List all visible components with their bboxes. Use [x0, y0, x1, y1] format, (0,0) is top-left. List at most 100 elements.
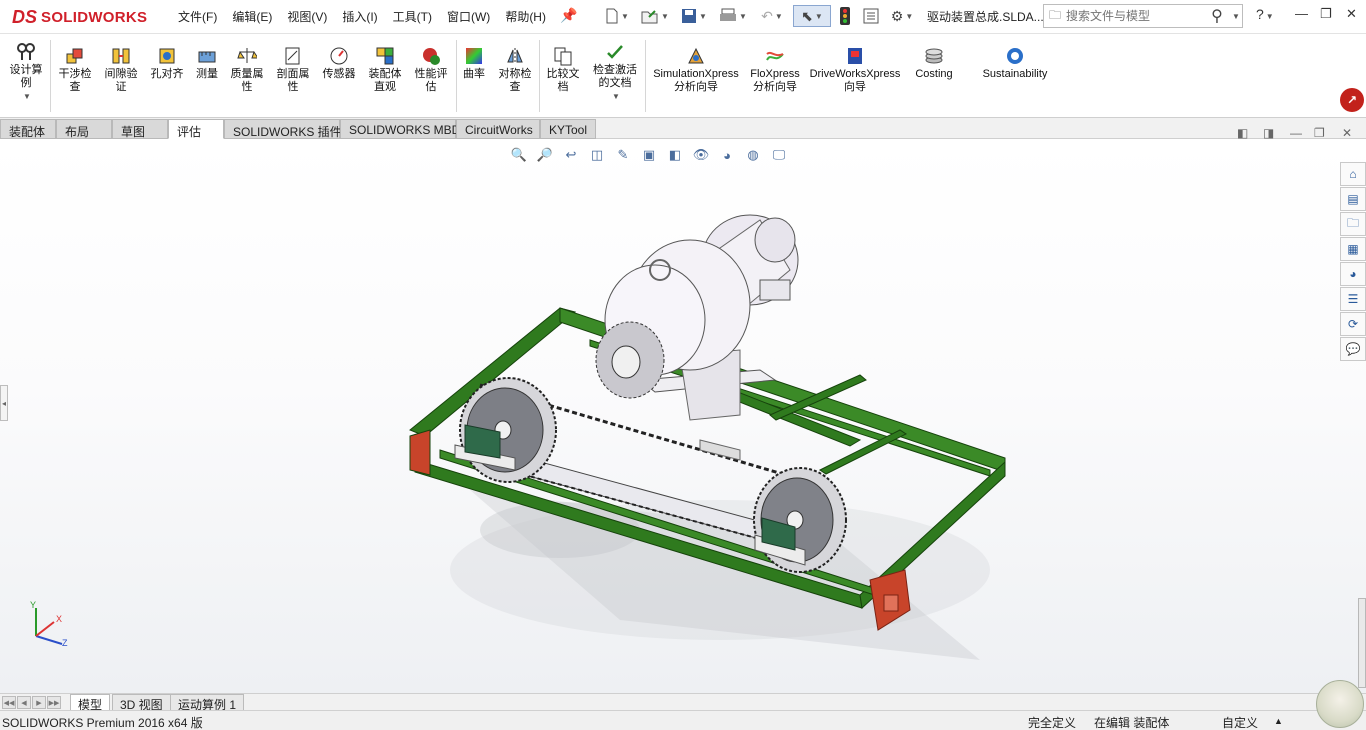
compare-documents-icon	[553, 46, 573, 66]
rebuild-button[interactable]	[836, 5, 854, 27]
solidworks-logo[interactable]: DS SOLIDWORKS	[12, 3, 152, 31]
last-tab-arrow-icon[interactable]: ▶▶	[47, 696, 61, 709]
solidworks-forum-tab-icon[interactable]: ⟳	[1340, 312, 1366, 336]
performance-evaluation-button[interactable]: 性能评估	[410, 46, 452, 94]
assembly-visualization-label: 装配体直观	[368, 68, 402, 93]
first-tab-arrow-icon[interactable]: ◀◀	[2, 696, 16, 709]
undo-button[interactable]: ↶ ▼	[755, 5, 789, 27]
open-folder-icon	[641, 10, 658, 24]
title-bar: DS SOLIDWORKS 文件(F) 编辑(E) 视图(V) 插入(I) 工具…	[0, 0, 1366, 34]
menu-window[interactable]: 窗口(W)	[447, 8, 490, 25]
feature-tree-toggle-handle[interactable]: ◂	[0, 385, 8, 421]
menu-tools[interactable]: 工具(T)	[393, 8, 432, 25]
unit-system[interactable]: 自定义	[1222, 714, 1258, 730]
menu-help[interactable]: 帮助(H)	[505, 8, 546, 25]
next-tab-arrow-icon[interactable]: ▶	[32, 696, 46, 709]
assembly-visualization-button[interactable]: 装配体直观	[364, 46, 406, 94]
menu-file[interactable]: 文件(F)	[178, 8, 217, 25]
measure-button[interactable]: 测量	[190, 46, 224, 81]
clearance-verification-label: 间隙验证	[104, 68, 138, 93]
file-properties-button[interactable]	[860, 5, 882, 27]
tab-solidworks-mbd[interactable]: SOLIDWORKS MBD	[340, 119, 460, 139]
tab-evaluate[interactable]: 评估	[168, 119, 224, 139]
comments-tab-icon[interactable]: 💬	[1340, 337, 1366, 361]
appearances-tab-icon[interactable]: ◕	[1340, 262, 1366, 286]
driveworksxpress-button[interactable]: DriveWorksXpress向导	[806, 46, 904, 94]
solidworks-resources-icon[interactable]: ↗	[1340, 88, 1364, 112]
minimize-window-button[interactable]: —	[1295, 6, 1308, 21]
hole-alignment-label: 孔对齐	[150, 68, 184, 80]
menu-insert[interactable]: 插入(I)	[342, 8, 377, 25]
prev-tab-arrow-icon[interactable]: ◀	[17, 696, 31, 709]
viewport-scrollbar[interactable]	[1358, 598, 1366, 688]
pin-menu-icon[interactable]: 📌	[560, 7, 577, 24]
curvature-button[interactable]: 曲率	[458, 46, 490, 81]
costing-button[interactable]: Costing	[908, 46, 960, 81]
check-active-document-button[interactable]: 检查激活的文档 ▼	[588, 42, 642, 103]
tab-model[interactable]: 模型	[70, 694, 111, 712]
viewport-close-icon[interactable]: ✕	[1342, 126, 1352, 140]
open-document-button[interactable]: ▼	[638, 5, 672, 27]
tab-assembly[interactable]: 装配体	[0, 119, 56, 139]
design-study-dropdown-icon[interactable]: ▼	[23, 90, 31, 103]
simulationxpress-button[interactable]: SimulationXpress分析向导	[650, 46, 742, 94]
sensor-button[interactable]: 传感器	[318, 46, 360, 81]
new-document-button[interactable]: ▼	[600, 5, 634, 27]
help-button[interactable]: ? ▼	[1256, 6, 1274, 22]
search-icon[interactable]: ⚲	[1204, 6, 1230, 26]
interference-check-button[interactable]: 干涉检查	[54, 46, 96, 94]
search-dropdown-icon[interactable]: ▼	[1232, 12, 1240, 21]
simulationxpress-icon	[686, 46, 706, 66]
symmetry-check-button[interactable]: 对称检查	[494, 46, 536, 94]
clearance-verification-button[interactable]: 间隙验证	[100, 46, 142, 94]
menu-edit[interactable]: 编辑(E)	[232, 8, 272, 25]
search-input[interactable]	[1066, 9, 1204, 23]
product-version: SOLIDWORKS Premium 2016 x64 版	[2, 716, 203, 730]
drive-assembly-model[interactable]	[0, 140, 1366, 693]
close-window-button[interactable]: ✕	[1346, 6, 1357, 22]
logo-prefix: DS	[12, 6, 38, 27]
viewport-restore-icon[interactable]: ❐	[1314, 126, 1325, 140]
print-button[interactable]: ▼	[716, 5, 750, 27]
design-library-tab-icon[interactable]: ▤	[1340, 187, 1366, 211]
graphics-area[interactable]: 🔍 🔎 ↩ ◫ ✎ ▣ ◧ 👁 ◕ ◍ 🖵 Y X Z ◂ ⌂ ▤ 🗀 ▦ ◕ …	[0, 140, 1366, 693]
sustainability-button[interactable]: Sustainability	[976, 46, 1054, 81]
design-study-button[interactable]: 设计算例 ▼	[6, 42, 46, 103]
tab-circuitworks[interactable]: CircuitWorks	[456, 119, 540, 139]
search-box[interactable]: 🗀 ⚲ ▼	[1043, 4, 1243, 28]
compare-documents-button[interactable]: 比较文档	[542, 46, 584, 94]
mass-properties-button[interactable]: 质量属性	[226, 46, 268, 94]
tab-sketch[interactable]: 草图	[112, 119, 168, 139]
restore-icon: ❐	[1320, 6, 1332, 21]
tab-solidworks-addins[interactable]: SOLIDWORKS 插件	[224, 119, 342, 139]
sensor-label: 传感器	[322, 68, 356, 80]
solidworks-resources-tab-icon[interactable]: ⌂	[1340, 162, 1366, 186]
view-palette-tab-icon[interactable]: ▦	[1340, 237, 1366, 261]
check-active-document-dropdown-icon[interactable]: ▼	[612, 90, 620, 103]
cursor-arrow-icon: ⬉	[801, 7, 813, 24]
tab-motion-study-1[interactable]: 运动算例 1	[170, 694, 245, 712]
hole-alignment-button[interactable]: 孔对齐	[146, 46, 188, 81]
curvature-label: 曲率	[463, 68, 485, 80]
options-button[interactable]: ⚙ ▼	[885, 5, 919, 27]
section-properties-button[interactable]: 剖面属性	[272, 46, 314, 94]
menu-view[interactable]: 视图(V)	[287, 8, 327, 25]
save-button[interactable]: ▼	[677, 5, 711, 27]
tab-3d-view[interactable]: 3D 视图	[112, 694, 171, 712]
tab-layout[interactable]: 布局	[56, 119, 112, 139]
custom-properties-tab-icon[interactable]: ☰	[1340, 287, 1366, 311]
select-button[interactable]: ⬉ ▼	[793, 5, 831, 27]
coordinate-triad: Y X Z	[26, 600, 72, 651]
floxpress-button[interactable]: FloXpress分析向导	[746, 46, 804, 94]
driveworksxpress-label: DriveWorksXpress向导	[809, 68, 901, 93]
file-explorer-tab-icon[interactable]: 🗀	[1340, 212, 1366, 236]
tab-kytool[interactable]: KYTool	[540, 119, 596, 139]
restore-window-button[interactable]: ❐	[1320, 6, 1332, 22]
ribbon-separator	[456, 40, 457, 112]
ribbon-separator	[645, 40, 646, 112]
unit-system-dropdown-icon[interactable]: ▲	[1274, 716, 1283, 726]
tile-left-icon[interactable]: ◧	[1237, 126, 1248, 140]
ribbon-separator	[50, 40, 51, 112]
tile-right-icon[interactable]: ◨	[1263, 126, 1274, 140]
viewport-minimize-icon[interactable]: —	[1290, 126, 1302, 140]
